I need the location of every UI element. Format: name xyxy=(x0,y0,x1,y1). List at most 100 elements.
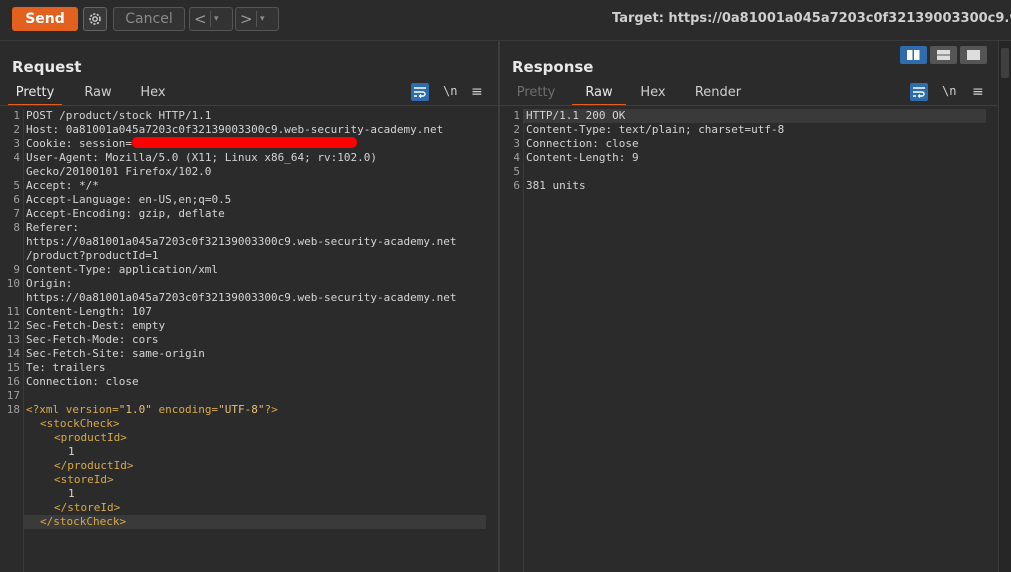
xml-text-value: 1 xyxy=(68,445,75,458)
columns-icon xyxy=(907,50,920,60)
header-name: Content-Type: xyxy=(26,263,119,276)
xml-close-tag: </stockCheck> xyxy=(40,515,127,528)
code-line: 1 xyxy=(0,487,498,501)
header-value: Mozilla/5.0 (X11; Linux x86_64; rv:102.0… xyxy=(105,151,378,164)
menu-icon[interactable]: ≡ xyxy=(471,84,483,100)
line-content: Connection: close xyxy=(526,137,639,151)
header-name: Sec-Fetch-Site: xyxy=(26,347,132,360)
scrollbar-thumb[interactable] xyxy=(1001,48,1009,78)
xml-close-tag: </productId> xyxy=(54,459,134,472)
line-content: Content-Length: 9 xyxy=(526,151,639,165)
line-content: Connection: close xyxy=(26,375,139,389)
line-number: 10 xyxy=(6,277,20,290)
tab-hex[interactable]: Hex xyxy=(134,84,172,102)
tab-pretty[interactable]: Pretty xyxy=(8,84,62,106)
line-number: 12 xyxy=(6,319,20,332)
code-line: 15 Te: trailers xyxy=(0,361,498,375)
line-content: Gecko/20100101 Firefox/102.0 xyxy=(26,165,211,179)
vertical-scrollbar[interactable] xyxy=(998,41,1011,572)
header-value: https://0a81001a045a7203c0f32139003300c9… xyxy=(26,235,457,248)
line-content: 381 units xyxy=(526,179,586,193)
header-name: Te: xyxy=(26,361,53,374)
code-line: /product?productId=1 xyxy=(0,249,498,263)
word-wrap-icon xyxy=(913,87,925,98)
header-value: en-US,en;q=0.5 xyxy=(138,193,232,206)
line-number: 3 xyxy=(13,137,20,150)
tab-hex[interactable]: Hex xyxy=(633,84,673,102)
line-content: Sec-Fetch-Dest: empty xyxy=(26,319,165,333)
xml-close-tag: </storeId> xyxy=(54,501,121,514)
header-name: Accept-Encoding: xyxy=(26,207,139,220)
line-number: 9 xyxy=(13,263,20,276)
newline-toggle[interactable]: \n xyxy=(443,84,457,98)
layout-single-button[interactable] xyxy=(960,46,987,64)
word-wrap-toggle[interactable] xyxy=(411,83,429,101)
header-name: Referer: xyxy=(26,221,86,234)
header-name: Accept: xyxy=(26,179,79,192)
code-line: 4 User-Agent: Mozilla/5.0 (X11; Linux x86… xyxy=(0,151,498,165)
line-number: 7 xyxy=(13,207,20,220)
xml-open-tag: <stockCheck> xyxy=(40,417,120,430)
code-line: 1 HTTP/1.1 200 OK xyxy=(500,109,998,123)
line-number: 15 xyxy=(6,361,20,374)
header-value: same-origin xyxy=(131,347,205,360)
line-number: 4 xyxy=(13,151,20,164)
chevron-down-icon[interactable]: ▾ xyxy=(260,12,265,26)
code-line: 8 Referer: xyxy=(0,221,498,235)
chevron-down-icon[interactable]: ▾ xyxy=(214,12,219,26)
response-pane: Response Pretty Raw Hex Render \n ≡ 1 HTT… xyxy=(500,41,998,572)
header-value: gzip, deflate xyxy=(138,207,225,220)
line-content: <?xml version="1.0" encoding="UTF-8"?> xyxy=(26,403,278,417)
code-line: https://0a81001a045a7203c0f32139003300c9… xyxy=(0,291,498,305)
header-name: Origin: xyxy=(26,277,79,290)
line-content: User-Agent: Mozilla/5.0 (X11; Linux x86_… xyxy=(26,151,377,165)
header-value: empty xyxy=(131,319,166,332)
line-content: https://0a81001a045a7203c0f32139003300c9… xyxy=(26,235,456,249)
cancel-button[interactable]: Cancel xyxy=(113,7,185,31)
tab-pretty[interactable]: Pretty xyxy=(514,84,558,102)
status-line: HTTP/1.1 200 OK xyxy=(526,109,626,122)
header-name: Sec-Fetch-Mode: xyxy=(26,333,132,346)
separator xyxy=(256,11,257,27)
code-line: 6 381 units xyxy=(500,179,998,193)
line-content: Sec-Fetch-Site: same-origin xyxy=(26,347,205,361)
code-line: 6 Accept-Language: en-US,en;q=0.5 xyxy=(0,193,498,207)
line-number: 14 xyxy=(6,347,20,360)
newline-toggle[interactable]: \n xyxy=(942,84,956,98)
layout-side-by-side-button[interactable] xyxy=(900,46,927,64)
line-content: Accept-Encoding: gzip, deflate xyxy=(26,207,225,221)
word-wrap-toggle[interactable] xyxy=(910,83,928,101)
line-number: 2 xyxy=(13,123,20,136)
tab-underline xyxy=(500,105,998,106)
menu-icon[interactable]: ≡ xyxy=(972,84,984,100)
separator xyxy=(210,11,211,27)
header-name: Content-Type: xyxy=(526,123,619,136)
line-number: 3 xyxy=(513,137,520,150)
code-line: 12 Sec-Fetch-Dest: empty xyxy=(0,319,498,333)
code-line: 16 Connection: close xyxy=(0,375,498,389)
xml-text-value: 1 xyxy=(68,487,75,500)
toolbar: Send Cancel < ▾ > ▾ Target: https://0a81… xyxy=(0,0,1011,41)
tab-render[interactable]: Render xyxy=(689,84,747,102)
history-forward-button[interactable]: > ▾ xyxy=(235,7,279,31)
code-line: 7 Accept-Encoding: gzip, deflate xyxy=(0,207,498,221)
code-line: 4 Content-Length: 9 xyxy=(500,151,998,165)
settings-button[interactable] xyxy=(83,7,107,31)
send-button[interactable]: Send xyxy=(12,7,78,31)
request-pane: Request Pretty Raw Hex \n ≡ 1 POST /produ… xyxy=(0,41,498,572)
target-url[interactable]: Target: https://0a81001a045a7203c0f32139… xyxy=(612,11,1011,26)
line-number: 2 xyxy=(513,123,520,136)
code-line: 5 xyxy=(500,165,998,179)
header-value: trailers xyxy=(52,361,106,374)
xml-declaration-close: ?> xyxy=(264,403,278,416)
line-content: Te: trailers xyxy=(26,361,105,375)
tab-raw[interactable]: Raw xyxy=(78,84,118,102)
line-number: 5 xyxy=(513,165,520,178)
layout-stacked-button[interactable] xyxy=(930,46,957,64)
line-number: 16 xyxy=(6,375,20,388)
tab-raw[interactable]: Raw xyxy=(572,84,626,106)
response-title: Response xyxy=(512,58,594,76)
history-back-button[interactable]: < ▾ xyxy=(189,7,233,31)
line-content: </productId> xyxy=(54,459,133,473)
header-value: cors xyxy=(131,333,159,346)
